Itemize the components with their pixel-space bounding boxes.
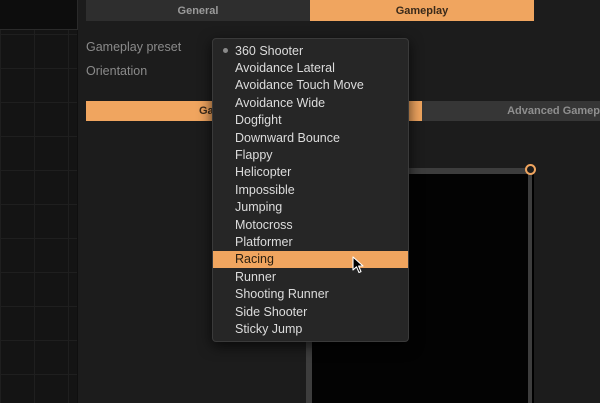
menu-item-racing[interactable]: Racing (213, 250, 408, 269)
menu-item-flappy[interactable]: Flappy (213, 146, 408, 163)
resize-handle[interactable] (525, 164, 536, 175)
tab-bar-fill (534, 0, 600, 21)
menu-item-platformer[interactable]: Platformer (213, 233, 408, 250)
gameplay-preset-label: Gameplay preset (86, 40, 182, 54)
menu-item-motocross[interactable]: Motocross (213, 216, 408, 233)
menu-item-runner[interactable]: Runner (213, 268, 408, 285)
menu-item-downward-bounce[interactable]: Downward Bounce (213, 129, 408, 146)
corner-block (0, 0, 78, 30)
menu-item-helicopter[interactable]: Helicopter (213, 164, 408, 181)
menu-item-sticky-jump[interactable]: Sticky Jump (213, 320, 408, 337)
preview-resize-rail (528, 172, 532, 403)
menu-item-dogfight[interactable]: Dogfight (213, 112, 408, 129)
tab-gameplay[interactable]: Gameplay (310, 0, 534, 21)
menu-item-360-shooter[interactable]: 360 Shooter (213, 42, 408, 59)
top-tabs: General Gameplay (86, 0, 534, 21)
menu-item-shooting-runner[interactable]: Shooting Runner (213, 285, 408, 302)
mouse-cursor-icon (352, 256, 364, 274)
menu-item-impossible[interactable]: Impossible (213, 181, 408, 198)
menu-item-avoidance-touch-move[interactable]: Avoidance Touch Move (213, 77, 408, 94)
menu-item-side-shooter[interactable]: Side Shooter (213, 303, 408, 320)
gameplay-preset-dropdown: 360 Shooter Avoidance Lateral Avoidance … (212, 38, 409, 342)
menu-item-avoidance-lateral[interactable]: Avoidance Lateral (213, 59, 408, 76)
scene-grid-panel (0, 0, 78, 403)
menu-item-jumping[interactable]: Jumping (213, 199, 408, 216)
orientation-label: Orientation (86, 64, 148, 78)
menu-item-avoidance-wide[interactable]: Avoidance Wide (213, 94, 408, 111)
selected-dot-icon (223, 48, 228, 54)
tab-advanced-gameplay[interactable]: Advanced Gamep (422, 101, 600, 121)
tab-general[interactable]: General (86, 0, 310, 21)
